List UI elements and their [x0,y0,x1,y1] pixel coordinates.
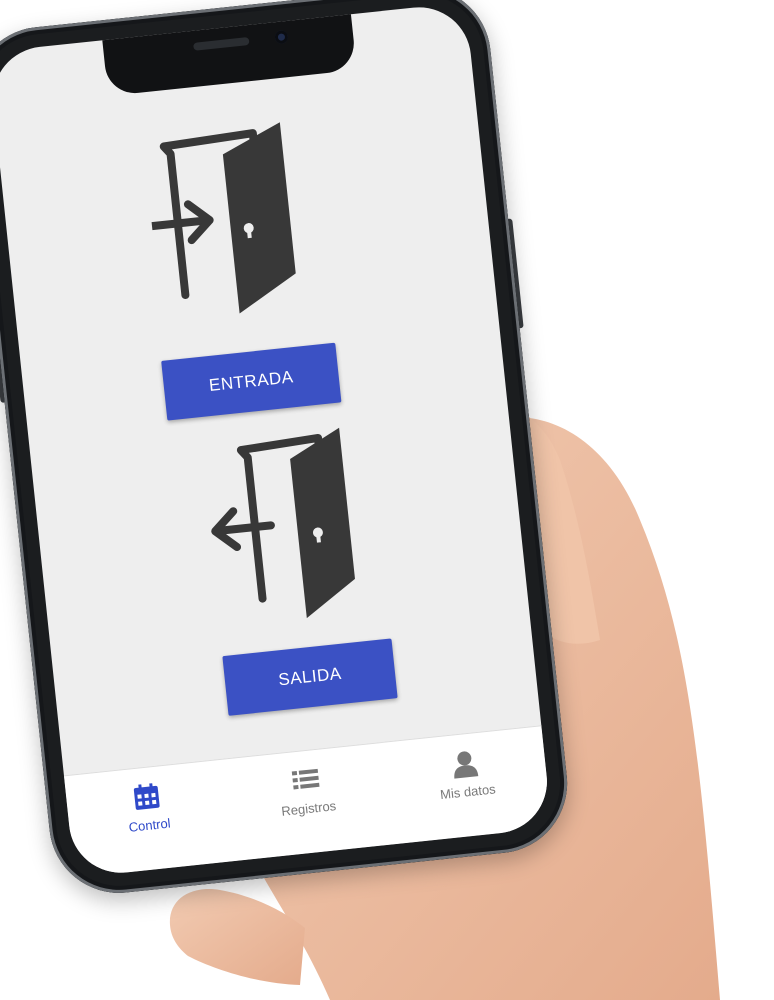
phone-screen: ENTRADA SALIDA Control Registros Mis dat… [0,2,553,878]
tab-registros[interactable]: Registros [228,743,388,858]
exit-button[interactable]: SALIDA [222,638,398,716]
entry-button[interactable]: ENTRADA [161,342,342,421]
door-exit-icon [211,427,355,619]
tab-label-mis-datos: Mis datos [439,781,497,803]
front-camera [274,29,289,45]
user-icon [454,751,479,779]
phone-device: ENTRADA SALIDA Control Registros Mis dat… [0,0,575,900]
calendar-icon [133,783,160,810]
tab-control[interactable]: Control [69,760,229,875]
tab-label-control: Control [127,815,172,835]
photo-stage: ENTRADA SALIDA Control Registros Mis dat… [0,0,774,1000]
tab-mis-datos[interactable]: Mis datos [387,727,547,842]
list-icon [291,768,320,790]
tab-label-registros: Registros [280,798,337,819]
door-enter-icon [148,122,296,314]
speaker-grille [193,37,250,51]
